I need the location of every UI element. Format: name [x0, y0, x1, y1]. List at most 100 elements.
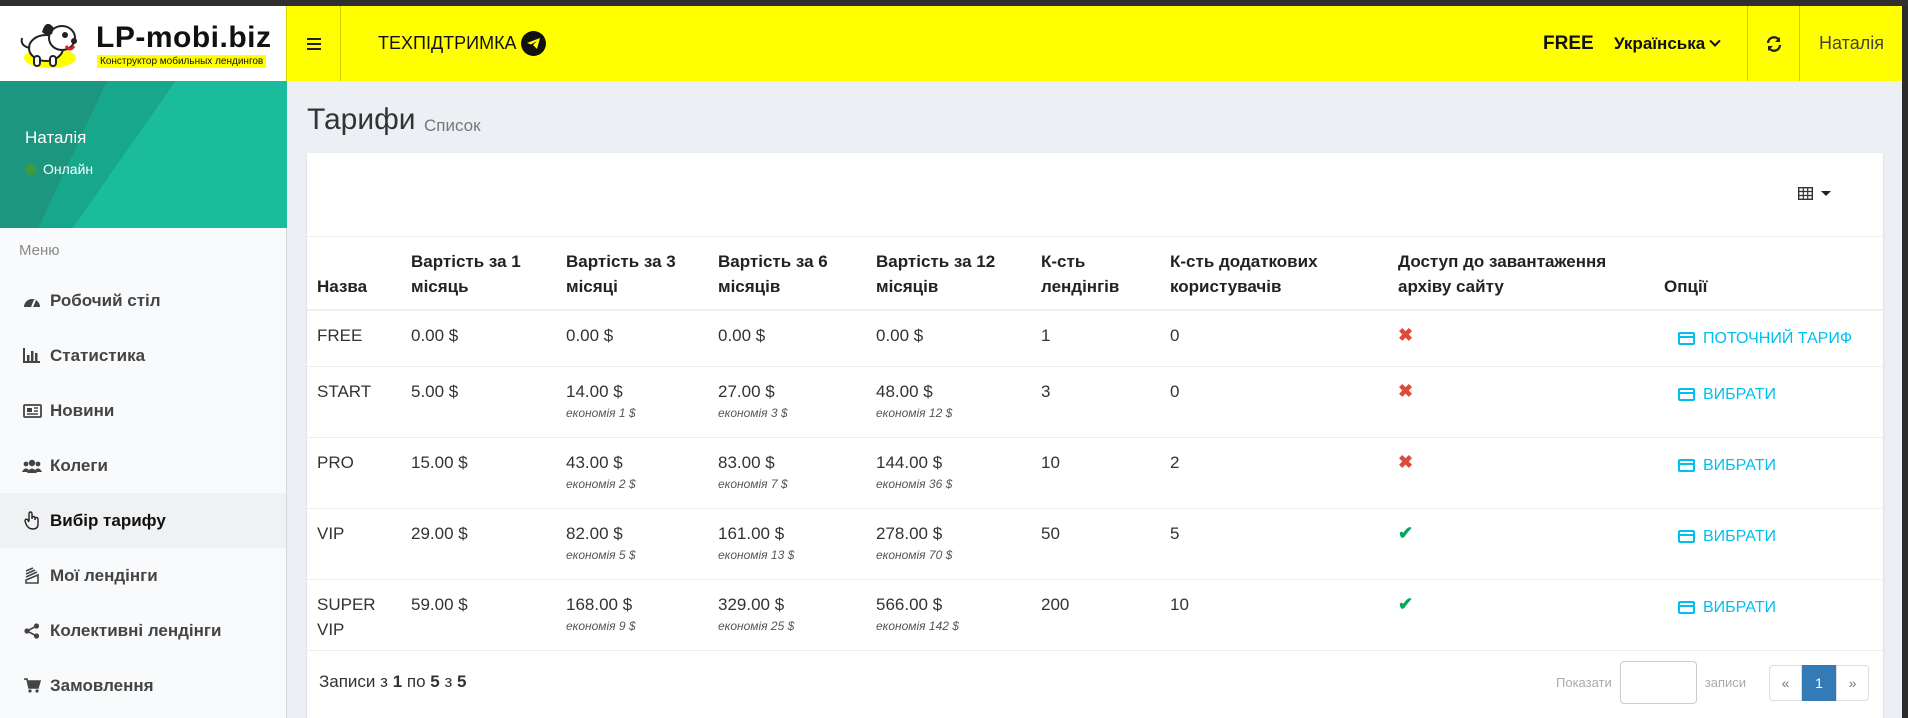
dog-logo-icon: [20, 23, 77, 68]
savings-note: економія 36 $: [876, 476, 953, 491]
column-header[interactable]: Опції: [1654, 237, 1883, 311]
user-name: Наталія: [25, 128, 87, 147]
column-header[interactable]: Вартість за 1 місяць: [401, 237, 556, 311]
price-12m: 278.00 $ економія 70 $: [866, 508, 1031, 580]
price-value: 43.00 $: [566, 452, 623, 472]
options-cell: ВИБРАТИ: [1654, 366, 1883, 438]
sidebar-item-colleagues[interactable]: Колеги: [0, 438, 286, 493]
sidebar-item-my-landings[interactable]: Мої лендінги: [0, 548, 286, 603]
price-3m: 14.00 $ економія 1 $: [556, 366, 708, 438]
pagination-next-button[interactable]: »: [1836, 665, 1869, 701]
pagination-prev-button[interactable]: «: [1769, 665, 1802, 701]
credit-card-icon: [1678, 387, 1695, 401]
option-label: ВИБРАТИ: [1703, 527, 1776, 545]
chevron-down-icon: [1709, 35, 1721, 47]
price-12m: 566.00 $ економія 142 $: [866, 579, 1031, 651]
page-size-input[interactable]: [1619, 661, 1697, 704]
logo[interactable]: LP-mobi.biz Конструктор мобильных лендин…: [0, 6, 287, 81]
price-12m: 0.00 $: [866, 310, 1031, 367]
refresh-button[interactable]: [1747, 6, 1800, 81]
plan-name: START: [307, 366, 401, 438]
sidebar: Наталія Онлайн Меню Робочий стіл Статист…: [0, 81, 287, 718]
sidebar-item-news[interactable]: Новини: [0, 383, 286, 438]
cart-icon: [22, 676, 42, 696]
pagination-page-1[interactable]: 1: [1802, 665, 1836, 701]
brand-subtitle: Конструктор мобильных лендингов: [97, 55, 267, 68]
options-cell: ВИБРАТИ: [1654, 508, 1883, 580]
caret-down-icon: [1821, 191, 1831, 196]
options-cell: ВИБРАТИ: [1654, 437, 1883, 509]
records-info: Записи з 1 по 5 з 5: [319, 672, 467, 691]
newspaper-icon: [22, 401, 42, 421]
table-row: SUPER VIP 59.00 $ 168.00 $ економія 9 $ 3…: [307, 579, 1883, 651]
price-3m: 168.00 $ економія 9 $: [556, 579, 708, 651]
column-header[interactable]: Вартість за 3 місяці: [556, 237, 708, 311]
plan-name: VIP: [307, 508, 401, 580]
user-panel: Наталія Онлайн: [0, 81, 287, 228]
columns-toggle-button[interactable]: [1798, 187, 1831, 200]
sidebar-item-statistics[interactable]: Статистика: [0, 328, 286, 383]
cross-icon: ✖: [1398, 380, 1414, 401]
choose-plan-button[interactable]: ВИБРАТИ: [1678, 453, 1776, 478]
table-icon: [1798, 187, 1813, 200]
bar-chart-icon: [22, 346, 42, 366]
column-header[interactable]: Вартість за 12 місяців: [866, 237, 1031, 311]
column-header[interactable]: Назва: [307, 237, 401, 311]
sidebar-item-orders[interactable]: Замовлення: [0, 658, 286, 713]
column-header[interactable]: К-сть додаткових користувачів: [1160, 237, 1388, 311]
landings-count: 1: [1031, 310, 1160, 367]
options-cell: ПОТОЧНИЙ ТАРИФ: [1654, 310, 1883, 367]
current-plan-button[interactable]: ПОТОЧНИЙ ТАРИФ: [1678, 326, 1852, 351]
option-label: ВИБРАТИ: [1703, 456, 1776, 474]
credit-card-icon: [1678, 529, 1695, 543]
top-header: LP-mobi.biz Конструктор мобильных лендин…: [0, 6, 1902, 81]
choose-plan-button[interactable]: ВИБРАТИ: [1678, 382, 1776, 407]
price-1m: 0.00 $: [401, 310, 556, 367]
checkmark-icon: ✔: [1398, 522, 1414, 543]
language-dropdown[interactable]: Українська: [1614, 6, 1721, 81]
users-count: 10: [1160, 579, 1388, 651]
price-value: 48.00 $: [876, 381, 933, 401]
brand-title: LP-mobi.biz: [96, 21, 272, 54]
sidebar-item-choose-plan[interactable]: Вибір тарифу: [0, 493, 286, 548]
choose-plan-button[interactable]: ВИБРАТИ: [1678, 595, 1776, 620]
users-icon: [22, 456, 42, 476]
price-6m: 0.00 $: [708, 310, 866, 367]
table-row: PRO 15.00 $ 43.00 $ економія 2 $ 83.00 $ е…: [307, 437, 1883, 509]
sidebar-toggle-button[interactable]: [287, 6, 341, 81]
savings-note: економія 25 $: [718, 618, 795, 633]
support-link[interactable]: ТЕХПІДТРИМКА: [378, 6, 546, 81]
app: LP-mobi.biz Конструктор мобильных лендин…: [0, 6, 1908, 718]
users-count: 0: [1160, 366, 1388, 438]
users-count: 0: [1160, 310, 1388, 367]
sidebar-item-label: Робочий стіл: [50, 290, 161, 310]
savings-note: економія 7 $: [718, 476, 788, 491]
savings-note: економія 1 $: [566, 405, 636, 420]
column-header[interactable]: Вартість за 6 місяців: [708, 237, 866, 311]
archive-access: ✔: [1388, 508, 1654, 580]
sidebar-item-shared-landings[interactable]: Колективні лендінги: [0, 603, 286, 658]
plans-box: Назва Вартість за 1 місяць Вартість за 3…: [307, 153, 1883, 718]
column-header[interactable]: К-сть лендінгів: [1031, 237, 1160, 311]
savings-note: економія 142 $: [876, 618, 959, 633]
sidebar-item-label: Замовлення: [50, 675, 154, 695]
table-header-row: Назва Вартість за 1 місяць Вартість за 3…: [307, 237, 1883, 311]
window-right-edge: [1902, 6, 1908, 718]
hamburger-icon: [306, 37, 321, 50]
choose-plan-button[interactable]: ВИБРАТИ: [1678, 524, 1776, 549]
landings-count: 10: [1031, 437, 1160, 509]
cross-icon: ✖: [1398, 451, 1414, 472]
column-header[interactable]: Доступ до завантаження архіву сайту: [1388, 237, 1654, 311]
user-menu[interactable]: Наталія: [1801, 6, 1902, 81]
language-label: Українська: [1614, 33, 1706, 53]
price-value: 144.00 $: [876, 452, 943, 472]
page-title: Тарифи: [307, 103, 416, 136]
sidebar-item-dashboard[interactable]: Робочий стіл: [0, 273, 286, 328]
price-12m: 48.00 $ економія 12 $: [866, 366, 1031, 438]
layers-icon: [22, 566, 42, 586]
current-plan-badge: FREE: [1543, 32, 1594, 54]
dashboard-icon: [22, 291, 42, 311]
price-value: 278.00 $: [876, 523, 943, 543]
table-row: START 5.00 $ 14.00 $ економія 1 $ 27.00 $…: [307, 366, 1883, 438]
sidebar-item-label: Колективні лендінги: [50, 620, 222, 640]
